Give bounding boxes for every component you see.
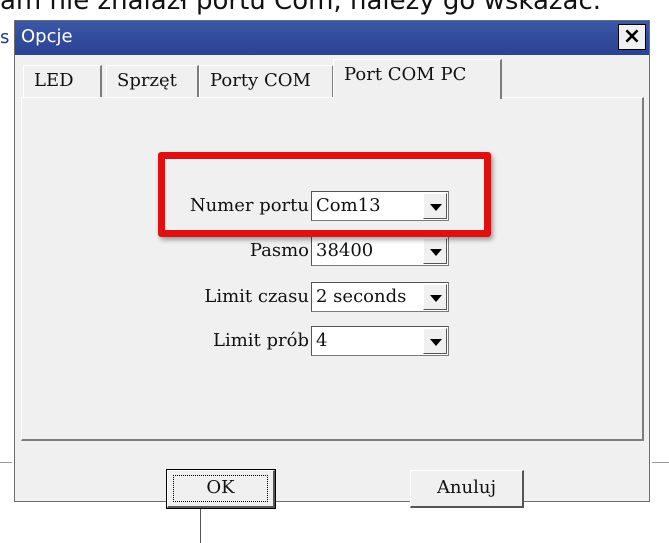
close-button[interactable]: ×	[618, 24, 646, 50]
timeout-select[interactable]: 2 seconds	[311, 282, 449, 312]
timeout-value: 2 seconds	[316, 286, 407, 307]
dialog-titlebar[interactable]: Opcje ×	[15, 21, 649, 55]
tab-pc-com-port[interactable]: Port COM PC	[333, 59, 502, 99]
retries-label: Limit prób	[213, 330, 309, 351]
cancel-button[interactable]: Anuluj	[410, 470, 524, 508]
retries-value: 4	[316, 330, 328, 351]
retries-select[interactable]: 4	[311, 326, 449, 356]
background-page-text: am nie znalazł portu Com, należy go wska…	[0, 0, 602, 16]
background-divider	[200, 504, 201, 543]
focus-ring	[173, 475, 268, 502]
chevron-down-icon[interactable]	[423, 284, 447, 310]
background-divider-right	[652, 462, 669, 463]
ok-button[interactable]: OK	[166, 469, 276, 509]
tab-led[interactable]: LED	[23, 65, 102, 97]
tab-panel-pc-com-port	[21, 97, 644, 441]
dialog-title: Opcje	[21, 26, 73, 47]
port-highlight-annotation	[158, 152, 491, 237]
background-left-fragment: s	[0, 27, 10, 48]
baud-select[interactable]: 38400	[311, 236, 449, 266]
options-dialog: Opcje × LED Sprzęt Porty COM Port COM PC…	[14, 20, 650, 502]
timeout-label: Limit czasu	[204, 286, 309, 307]
chevron-down-icon[interactable]	[423, 238, 447, 264]
close-icon: ×	[622, 24, 642, 49]
tab-hardware[interactable]: Sprzęt	[106, 65, 199, 97]
tab-com-ports[interactable]: Porty COM	[199, 65, 334, 97]
baud-label: Pasmo	[249, 240, 309, 261]
chevron-down-icon[interactable]	[423, 328, 447, 354]
background-divider-left	[0, 462, 12, 463]
baud-value: 38400	[316, 240, 374, 261]
